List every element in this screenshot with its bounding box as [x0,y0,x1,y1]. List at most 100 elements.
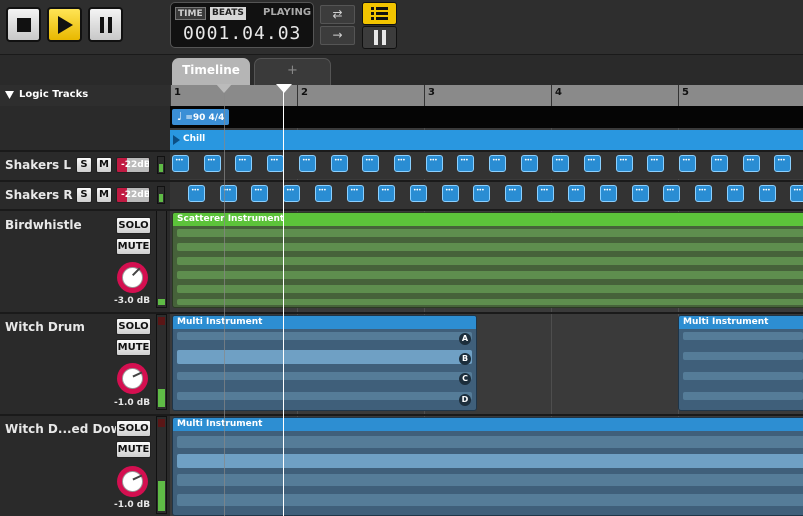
solo-button[interactable]: S [76,157,92,173]
note-event[interactable] [552,155,569,172]
note-event[interactable] [695,185,712,202]
note-event[interactable] [663,185,680,202]
note-event[interactable] [759,185,776,202]
volume-slider[interactable]: -22dB [116,187,150,203]
note-event[interactable] [790,185,803,202]
note-event[interactable] [267,155,284,172]
note-event[interactable] [442,185,459,202]
logic-tracks-header[interactable]: Logic Tracks [0,85,170,106]
mute-button[interactable]: MUTE [116,441,151,458]
volume-knob[interactable] [117,363,148,394]
playhead-line [283,85,284,516]
clip-lane [177,257,803,265]
pause-button[interactable] [88,7,123,42]
solo-button[interactable]: SOLO [116,217,151,234]
note-event[interactable] [647,155,664,172]
clip-lane [177,299,803,305]
loop-button[interactable]: ⇄ [320,5,355,24]
note-event[interactable] [204,155,221,172]
level-meter [156,210,167,308]
note-event[interactable] [505,185,522,202]
tab-timeline[interactable]: Timeline [172,58,250,86]
note-event[interactable] [774,155,791,172]
split-view-button[interactable] [362,26,397,49]
clip-lane [177,372,472,380]
volume-knob[interactable] [117,466,148,497]
multi-instrument-clip[interactable]: Multi Instrument [172,417,803,516]
volume-knob[interactable] [117,262,148,293]
note-event[interactable] [679,155,696,172]
track-list-button[interactable] [362,2,397,25]
level-meter [156,314,167,410]
timeline-ruler[interactable]: 1 2 3 4 5 [170,85,803,106]
note-event[interactable] [600,185,617,202]
note-event[interactable] [331,155,348,172]
note-event[interactable] [727,185,744,202]
time-mode-toggle[interactable]: TIME [175,7,206,20]
arrow-icon: → [332,28,343,42]
bar-number: 3 [428,87,435,98]
mute-button[interactable]: MUTE [116,238,151,255]
section-marker-icon [173,135,180,145]
loop-start-marker[interactable] [216,84,232,93]
note-event[interactable] [711,155,728,172]
clip-lane [177,392,472,400]
clip-lane [177,243,803,251]
track-divider [0,209,803,211]
tab-strip: Timeline + [0,55,803,86]
solo-button[interactable]: SOLO [116,318,151,335]
mute-button[interactable]: M [96,187,112,203]
section-lane[interactable]: Chill [170,130,803,150]
note-event[interactable] [378,185,395,202]
bar-tick [678,85,679,106]
mute-button[interactable]: MUTE [116,339,151,356]
note-event[interactable] [172,155,189,172]
note-event[interactable] [362,155,379,172]
note-event[interactable] [299,155,316,172]
mute-button[interactable]: M [96,157,112,173]
tempo-marker[interactable]: ♩ =90 4/4 [172,109,230,125]
note-event[interactable] [394,155,411,172]
play-button[interactable] [47,7,82,42]
note-event[interactable] [220,185,237,202]
collapse-triangle-icon [5,91,14,99]
pad-label: B [459,353,471,365]
note-event[interactable] [347,185,364,202]
note-event[interactable] [457,155,474,172]
note-event[interactable] [251,185,268,202]
solo-button[interactable]: S [76,187,92,203]
beats-mode-toggle[interactable]: BEATS [210,7,246,20]
note-event[interactable] [616,155,633,172]
timeline-area[interactable]: ♩ =90 4/4 Chill Scatterer Instrument Mul… [170,106,803,516]
bar-number: 5 [682,87,689,98]
solo-button[interactable]: SOLO [116,420,151,437]
follow-button[interactable]: → [320,26,355,45]
note-event[interactable] [473,185,490,202]
split-icon [374,30,386,45]
playhead-handle[interactable] [276,84,292,93]
note-event[interactable] [315,185,332,202]
note-event[interactable] [743,155,760,172]
multi-instrument-clip[interactable]: Multi Instrument [678,315,803,411]
volume-value: -22dB [121,190,150,200]
note-event[interactable] [188,185,205,202]
volume-slider[interactable]: -22dB [116,157,150,173]
note-event[interactable] [426,155,443,172]
stop-button[interactable] [6,7,41,42]
clip-lane [177,229,803,237]
note-event[interactable] [283,185,300,202]
pad-label: A [459,333,471,345]
note-event[interactable] [235,155,252,172]
scatterer-clip[interactable]: Scatterer Instrument [172,212,803,308]
note-event[interactable] [489,155,506,172]
bar-number: 1 [174,87,181,98]
bar-tick [170,85,171,106]
multi-instrument-clip[interactable]: Multi Instrument A B C D [172,315,477,411]
note-event[interactable] [568,185,585,202]
note-event[interactable] [632,185,649,202]
note-event[interactable] [537,185,554,202]
note-event[interactable] [584,155,601,172]
note-event[interactable] [521,155,538,172]
add-tab-button[interactable]: + [254,58,331,86]
note-event[interactable] [410,185,427,202]
